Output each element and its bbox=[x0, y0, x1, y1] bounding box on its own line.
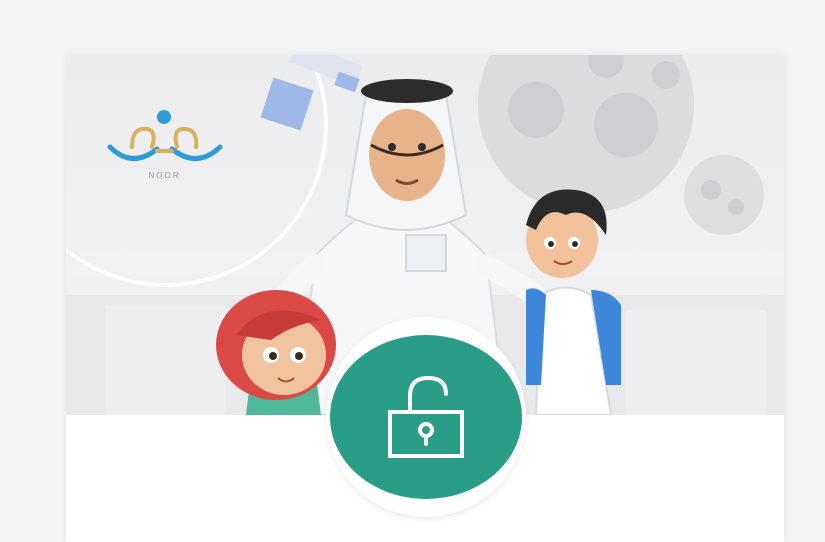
moon-illustration bbox=[478, 55, 694, 213]
unlock-button[interactable] bbox=[326, 317, 526, 517]
login-card: NOOR bbox=[66, 55, 784, 542]
logo-text: NOOR bbox=[148, 171, 181, 180]
satellite-illustration bbox=[260, 55, 363, 131]
noor-logo: NOOR bbox=[102, 107, 227, 187]
small-moon-illustration bbox=[684, 155, 764, 235]
boy-illustration bbox=[526, 189, 621, 415]
unlock-button-face[interactable] bbox=[330, 335, 522, 499]
noor-logo-icon bbox=[107, 110, 223, 161]
unlock-icon bbox=[388, 375, 464, 458]
